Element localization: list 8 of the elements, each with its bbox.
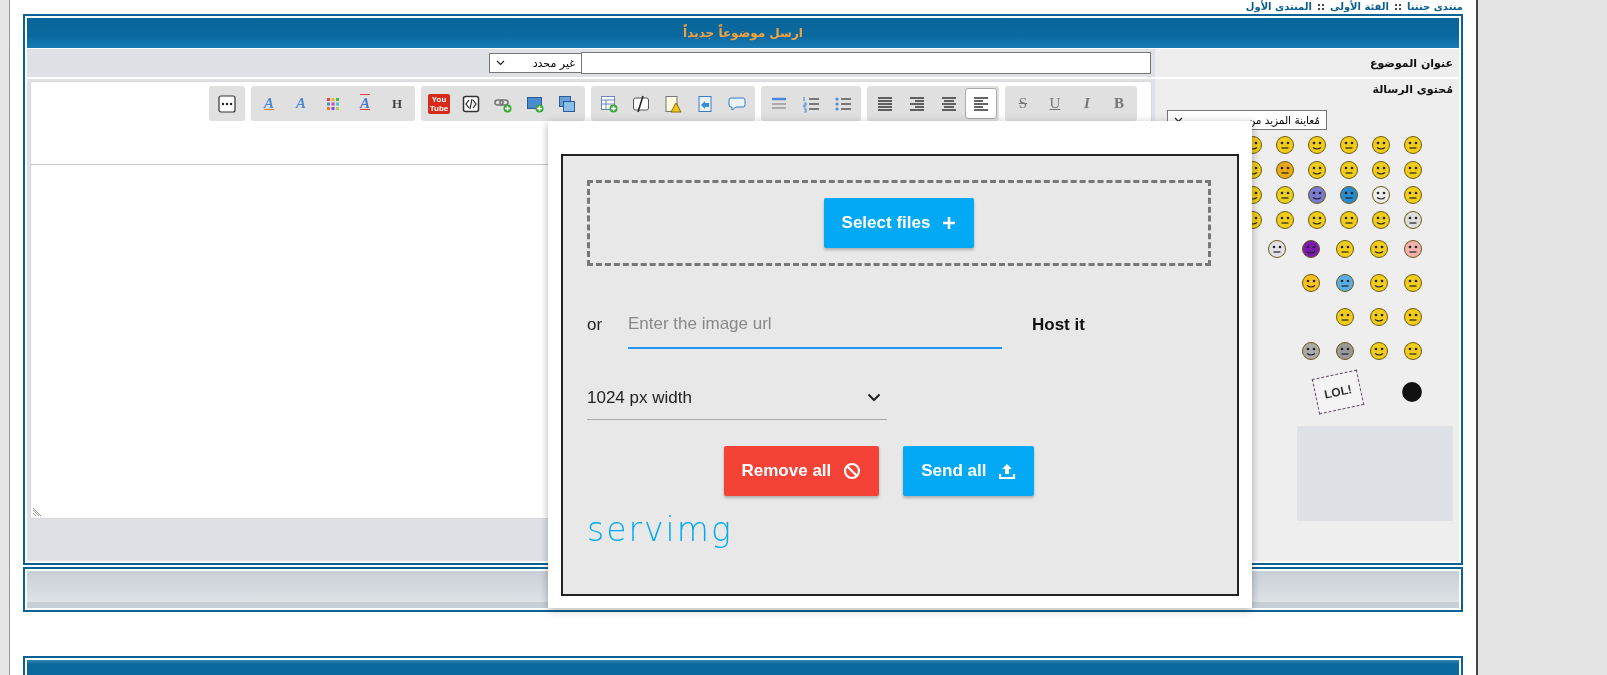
- or-label: or: [587, 315, 604, 335]
- breadcrumb-separator: ::: [1317, 0, 1325, 14]
- breadcrumb-separator: ::: [1394, 0, 1402, 14]
- message-label: مُحتوى الرسالة: [1371, 83, 1453, 96]
- servimg-logo: servimg: [587, 510, 733, 549]
- sign-text: LOL!: [1322, 382, 1354, 402]
- form-title: ارسل موضوعاً جديداً: [683, 26, 803, 40]
- subject-label: عنوان الموضوع: [1369, 56, 1453, 70]
